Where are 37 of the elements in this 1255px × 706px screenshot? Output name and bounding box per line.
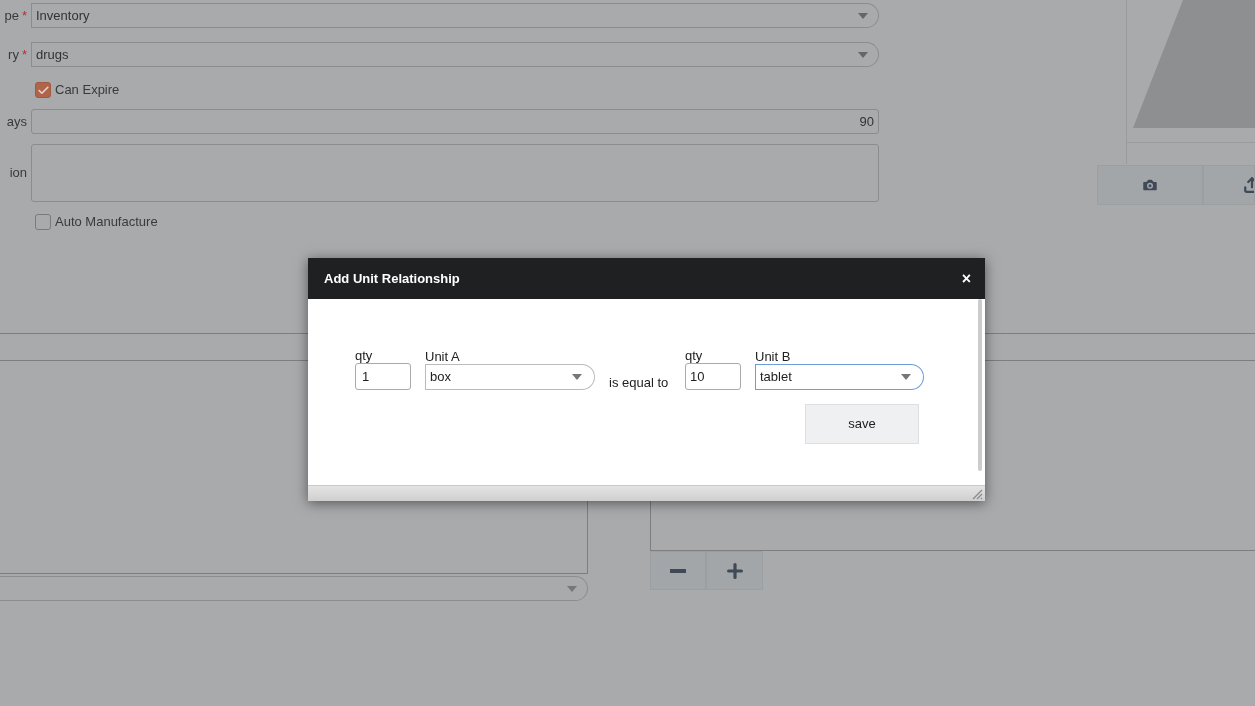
field-label: pe xyxy=(4,6,19,25)
caret-icon xyxy=(858,51,868,58)
upload-button[interactable] xyxy=(1203,165,1255,205)
scrollbar[interactable] xyxy=(978,299,982,471)
required-marker: * xyxy=(21,45,27,64)
field-label: Unit B xyxy=(755,349,792,364)
camera-button[interactable] xyxy=(1097,165,1203,205)
close-button[interactable]: × xyxy=(961,270,971,287)
field-label: Unit A xyxy=(425,349,461,364)
resize-grip-icon[interactable] xyxy=(972,489,983,500)
minus-button[interactable] xyxy=(650,551,706,590)
input-field[interactable]: 10 xyxy=(685,363,741,390)
input-field[interactable]: 1 xyxy=(355,363,411,390)
checkbox[interactable] xyxy=(35,214,51,230)
plus-button[interactable] xyxy=(706,551,763,590)
input-field[interactable]: 90 xyxy=(31,109,879,134)
minus-icon xyxy=(670,568,686,573)
camera-icon xyxy=(1141,176,1159,194)
text-area[interactable] xyxy=(31,144,879,202)
select-field[interactable]: Inventory xyxy=(31,3,879,28)
required-marker: * xyxy=(21,6,27,25)
checkbox-label: Auto Manufacture xyxy=(55,213,158,232)
checkbox[interactable] xyxy=(35,82,51,98)
field-label: ion xyxy=(9,164,27,183)
relation-text: is equal to xyxy=(609,373,670,392)
checkbox-label: Can Expire xyxy=(55,81,120,100)
save-button[interactable]: save xyxy=(805,404,919,444)
field-label: ry xyxy=(8,45,19,64)
field-label: qty xyxy=(685,348,704,363)
caret-icon xyxy=(567,585,577,592)
caret-icon xyxy=(901,374,911,380)
caret-icon xyxy=(572,374,582,380)
field-label: ays xyxy=(6,112,27,131)
dialog-title: Add Unit Relationship xyxy=(324,269,460,288)
caret-icon xyxy=(858,12,868,19)
field-label: qty xyxy=(355,348,374,363)
select-field[interactable]: drugs xyxy=(31,42,879,67)
